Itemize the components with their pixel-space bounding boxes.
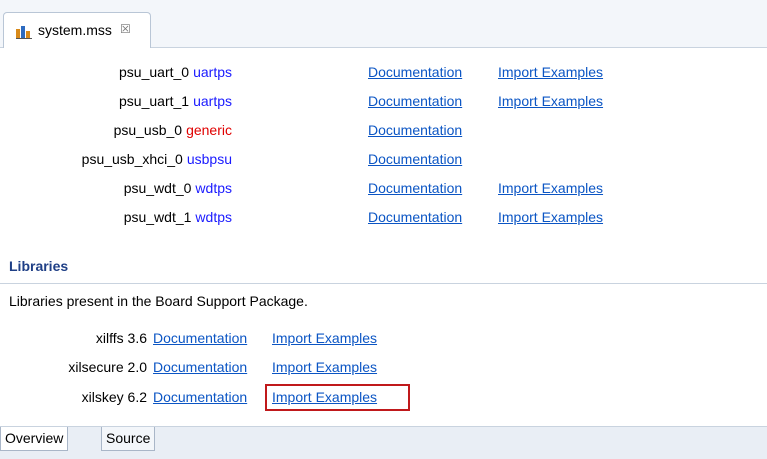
driver-name: uartps xyxy=(193,93,232,109)
driver-label: psu_usb_0 generic xyxy=(114,122,232,138)
library-name: xilffs xyxy=(95,330,124,346)
library-version: 3.6 xyxy=(127,330,147,346)
documentation-link[interactable]: Documentation xyxy=(368,151,462,167)
library-label: xilskey 6.2 xyxy=(82,389,147,405)
library-row: xilsecure 2.0 Documentation Import Example… xyxy=(0,359,767,381)
peripheral-name: psu_uart_0 xyxy=(119,64,190,80)
library-name: xilsecure xyxy=(68,359,124,375)
tab-source[interactable]: Source xyxy=(101,427,156,451)
driver-label: psu_wdt_1 wdtps xyxy=(124,209,232,225)
import-examples-link[interactable]: Import Examples xyxy=(498,180,603,196)
documentation-link[interactable]: Documentation xyxy=(368,209,462,225)
import-examples-link[interactable]: Import Examples xyxy=(498,64,603,80)
peripheral-name: psu_wdt_0 xyxy=(123,180,192,196)
driver-name: wdtps xyxy=(195,209,232,225)
import-examples-link[interactable]: Import Examples xyxy=(272,359,377,375)
peripheral-name: psu_wdt_1 xyxy=(123,209,192,225)
driver-row: psu_wdt_1 wdtps Documentation Import Exampl… xyxy=(0,209,767,231)
tab-title: system.mss xyxy=(38,22,112,38)
driver-row: psu_usb_0 generic Documentation xyxy=(0,122,767,144)
driver-label: psu_usb_xhci_0 usbpsu xyxy=(82,151,232,167)
documentation-link[interactable]: Documentation xyxy=(368,93,462,109)
driver-row: psu_uart_1 uartps Documentation Import Exam… xyxy=(0,93,767,115)
section-divider xyxy=(0,283,767,284)
driver-label: psu_uart_0 uartps xyxy=(119,64,232,80)
import-examples-link[interactable]: Import Examples xyxy=(498,209,603,225)
library-version: 2.0 xyxy=(127,359,147,375)
library-label: xilsecure 2.0 xyxy=(68,359,147,375)
driver-name: wdtps xyxy=(195,180,232,196)
documentation-link[interactable]: Documentation xyxy=(153,330,247,346)
driver-name: uartps xyxy=(193,64,232,80)
import-examples-link[interactable]: Import Examples xyxy=(498,93,603,109)
library-name: xilskey xyxy=(81,389,124,405)
driver-label: psu_uart_1 uartps xyxy=(119,93,232,109)
driver-name: generic xyxy=(186,122,232,138)
documentation-link[interactable]: Documentation xyxy=(153,359,247,375)
peripheral-name: psu_usb_0 xyxy=(113,122,183,138)
driver-row: psu_uart_0 uartps Documentation Import Exam… xyxy=(0,64,767,86)
driver-row: psu_wdt_0 wdtps Documentation Import Exampl… xyxy=(0,180,767,202)
library-label: xilffs 3.6 xyxy=(96,330,147,346)
driver-row: psu_usb_xhci_0 usbpsu Documentation xyxy=(0,151,767,173)
documentation-link[interactable]: Documentation xyxy=(153,389,247,405)
import-examples-link[interactable]: Import Examples xyxy=(272,330,377,346)
documentation-link[interactable]: Documentation xyxy=(368,180,462,196)
peripheral-name: psu_usb_xhci_0 xyxy=(81,151,183,167)
tab-system-mss[interactable]: system.mss ☒ xyxy=(3,12,151,48)
close-icon[interactable]: ☒ xyxy=(120,22,131,36)
libraries-description: Libraries present in the Board Support P… xyxy=(9,293,308,309)
editor-tab-bar: system.mss ☒ xyxy=(0,0,767,48)
libraries-section-title: Libraries xyxy=(9,258,69,274)
editor-page-tabs: Overview Source xyxy=(0,426,767,459)
highlight-box xyxy=(265,384,410,411)
library-row: xilffs 3.6 Documentation Import Examples xyxy=(0,330,767,352)
library-version: 6.2 xyxy=(127,389,147,405)
peripheral-name: psu_uart_1 xyxy=(119,93,190,109)
documentation-link[interactable]: Documentation xyxy=(368,64,462,80)
driver-label: psu_wdt_0 wdtps xyxy=(124,180,232,196)
driver-name: usbpsu xyxy=(186,151,232,167)
documentation-link[interactable]: Documentation xyxy=(368,122,462,138)
tab-overview[interactable]: Overview xyxy=(0,427,69,451)
bsp-file-icon xyxy=(16,25,32,39)
